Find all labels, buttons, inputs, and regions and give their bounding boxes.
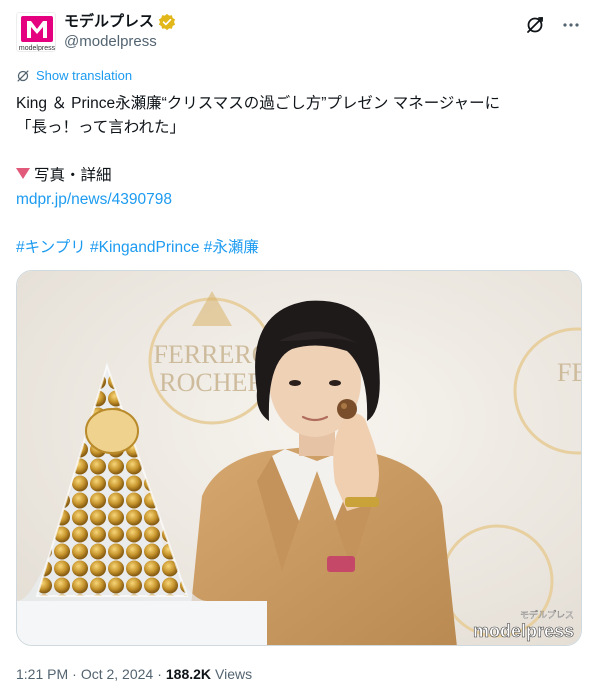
tweet-line-1: King ＆ Prince永瀬廉“クリスマスの過ごし方”プレゼン マネージャーに — [16, 95, 501, 112]
backdrop-brand-1: FERRERO — [153, 340, 270, 369]
hashtag-kinpuri[interactable]: #キンプリ — [16, 239, 86, 256]
avatar-label: modelpress — [19, 45, 56, 52]
watermark-small: モデルプレス — [520, 609, 574, 621]
backdrop-brand-3: FERRERO — [557, 358, 582, 387]
post-date[interactable]: Oct 2, 2024 — [81, 666, 153, 682]
post-time[interactable]: 1:21 PM — [16, 666, 68, 682]
verified-badge-icon[interactable] — [158, 13, 176, 31]
avatar[interactable]: modelpress — [16, 12, 56, 52]
tweet-photo[interactable]: FERRERO ROCHER FERRERO — [16, 270, 582, 646]
hashtag-row: #キンプリ #KingandPrince #永瀬廉 — [16, 236, 582, 260]
tweet-meta: 1:21 PM · Oct 2, 2024 · 188.2K Views — [16, 666, 252, 682]
views-count[interactable]: 188.2K — [166, 666, 211, 682]
hashtag-kingandprince[interactable]: #KingandPrince — [90, 239, 199, 256]
display-name[interactable]: モデルプレス — [64, 12, 154, 32]
hashtag-nagase-ren[interactable]: #永瀬廉 — [204, 239, 259, 256]
detail-label: 写真・詳細 — [34, 167, 112, 184]
author-handle[interactable]: @modelpress — [64, 32, 176, 52]
down-triangle-icon — [16, 168, 30, 179]
show-translation-label: Show translation — [36, 68, 133, 83]
more-dots-icon — [563, 23, 579, 27]
watermark: modelpress — [473, 621, 574, 641]
separator: · — [72, 666, 77, 682]
header-actions — [524, 14, 582, 36]
views-label: Views — [215, 666, 253, 682]
article-link[interactable]: mdpr.jp/news/4390798 — [16, 191, 172, 208]
tweet-header: modelpress モデルプレス @modelpress — [16, 10, 582, 54]
photo-illustration: FERRERO ROCHER FERRERO — [17, 271, 582, 645]
grok-button[interactable] — [524, 14, 546, 36]
detail-row: 写真・詳細 — [16, 164, 582, 188]
separator: · — [157, 666, 162, 682]
tweet-card: modelpress モデルプレス @modelpress Show trans… — [0, 0, 598, 698]
show-translation-link[interactable]: Show translation — [16, 68, 132, 83]
author-block: モデルプレス @modelpress — [64, 12, 176, 52]
tweet-text: King ＆ Prince永瀬廉“クリスマスの過ごし方”プレゼン マネージャーに… — [16, 92, 582, 260]
translate-icon — [17, 69, 29, 82]
modelpress-logo-icon: modelpress — [19, 16, 56, 52]
backdrop-brand-2: ROCHER — [159, 368, 265, 397]
grok-icon — [527, 17, 543, 33]
author-name-row: モデルプレス — [64, 12, 176, 32]
more-button[interactable] — [560, 14, 582, 36]
tweet-line-2: 「長っ！って言われた」 — [16, 119, 185, 136]
